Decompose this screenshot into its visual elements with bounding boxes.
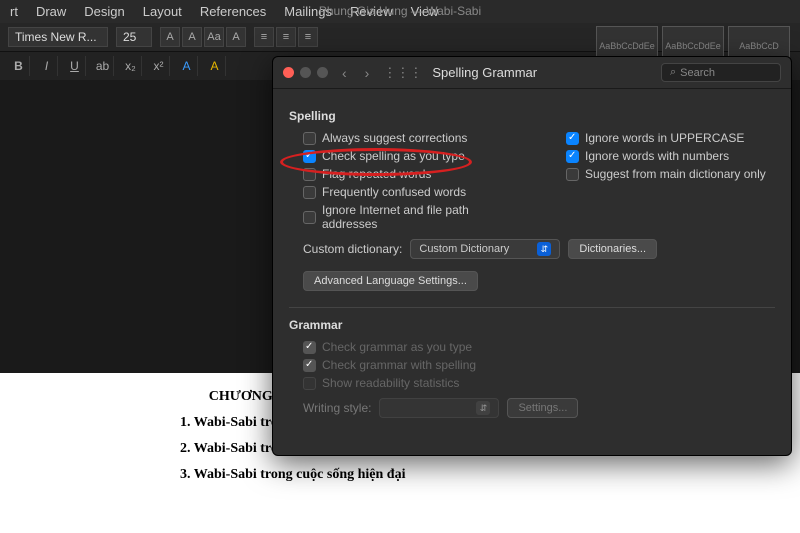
checkbox-icon[interactable]	[566, 150, 579, 163]
numbering-icon[interactable]: ≡	[276, 27, 296, 47]
custom-dict-select[interactable]: Custom Dictionary ⇵	[410, 239, 560, 259]
checkbox-icon[interactable]	[303, 168, 316, 181]
close-icon[interactable]	[283, 67, 294, 78]
opt-confused-words[interactable]: Frequently confused words	[289, 183, 512, 201]
dictionaries-button[interactable]: Dictionaries...	[568, 239, 657, 259]
opt-grammar-as-type: Check grammar as you type	[289, 338, 775, 356]
forward-icon[interactable]: ›	[361, 65, 374, 81]
opt-main-dict-only[interactable]: Suggest from main dictionary only	[552, 165, 775, 183]
opt-readability: Show readability statistics	[289, 374, 775, 392]
opt-label: Check grammar as you type	[322, 340, 472, 354]
checkbox-icon[interactable]	[303, 132, 316, 145]
checkbox-icon	[303, 377, 316, 390]
opt-label: Show readability statistics	[322, 376, 459, 390]
opt-label: Always suggest corrections	[322, 131, 467, 145]
tab-design[interactable]: Design	[84, 4, 124, 19]
strike-icon[interactable]: ab	[92, 56, 114, 76]
opt-ignore-numbers[interactable]: Ignore words with numbers	[552, 147, 775, 165]
subscript-icon[interactable]: x₂	[120, 56, 142, 76]
window-title: Phung Gia Hung — Wabi-Sabi	[319, 4, 481, 18]
dialog-title: Spelling Grammar	[432, 65, 537, 80]
search-input[interactable]: ⌕ Search	[661, 63, 781, 82]
back-icon[interactable]: ‹	[338, 65, 351, 81]
show-all-icon[interactable]: ⋮⋮⋮	[383, 65, 422, 81]
chevron-updown-icon: ⇵	[476, 401, 490, 415]
opt-flag-repeated[interactable]: Flag repeated words	[289, 165, 512, 183]
opt-label: Suggest from main dictionary only	[585, 167, 766, 181]
tab-layout[interactable]: Layout	[143, 4, 182, 19]
opt-label: Ignore words in UPPERCASE	[585, 131, 744, 145]
writing-style-select: ⇵	[379, 398, 499, 418]
checkbox-icon[interactable]	[303, 186, 316, 199]
opt-check-as-type[interactable]: Check spelling as you type	[289, 147, 512, 165]
tab-rt[interactable]: rt	[10, 4, 18, 19]
checkbox-icon	[303, 341, 316, 354]
opt-ignore-internet[interactable]: Ignore Internet and file path addresses	[289, 201, 512, 233]
checkbox-icon[interactable]	[303, 150, 316, 163]
letter-case-icon[interactable]: Aa	[204, 27, 224, 47]
minimize-icon	[300, 67, 311, 78]
grammar-heading: Grammar	[289, 318, 775, 332]
checkbox-icon[interactable]	[566, 168, 579, 181]
chevron-updown-icon: ⇵	[537, 242, 551, 256]
opt-label: Ignore Internet and file path addresses	[322, 203, 512, 231]
font-family-select[interactable]	[8, 27, 108, 47]
custom-dict-label: Custom dictionary:	[303, 242, 402, 256]
search-icon: ⌕	[670, 66, 676, 79]
tab-references[interactable]: References	[200, 4, 266, 19]
underline-icon[interactable]: U	[64, 56, 86, 76]
multilevel-icon[interactable]: ≡	[298, 27, 318, 47]
font-color-icon[interactable]: A	[204, 56, 226, 76]
grammar-settings-button: Settings...	[507, 398, 578, 418]
dropdown-value: Custom Dictionary	[419, 243, 509, 255]
tab-draw[interactable]: Draw	[36, 4, 66, 19]
bullets-icon[interactable]: ≡	[254, 27, 274, 47]
opt-label: Ignore words with numbers	[585, 149, 729, 163]
clear-format-icon[interactable]: A	[226, 27, 246, 47]
italic-icon[interactable]: I	[36, 56, 58, 76]
advanced-language-button[interactable]: Advanced Language Settings...	[303, 271, 478, 291]
opt-label: Check spelling as you type	[322, 149, 465, 163]
highlight-icon[interactable]: A	[176, 56, 198, 76]
opt-label: Flag repeated words	[322, 167, 431, 181]
traffic-lights	[283, 67, 328, 78]
divider	[289, 307, 775, 308]
checkbox-icon[interactable]	[303, 211, 316, 224]
preferences-dialog: ‹ › ⋮⋮⋮ Spelling Grammar ⌕ Search Spelli…	[272, 56, 792, 456]
opt-label: Frequently confused words	[322, 185, 466, 199]
opt-grammar-with-spelling: Check grammar with spelling	[289, 356, 775, 374]
opt-ignore-uppercase[interactable]: Ignore words in UPPERCASE	[552, 129, 775, 147]
spelling-heading: Spelling	[289, 109, 775, 123]
checkbox-icon[interactable]	[566, 132, 579, 145]
writing-style-label: Writing style:	[303, 401, 371, 415]
font-size-input[interactable]	[116, 27, 152, 47]
search-placeholder: Search	[680, 67, 715, 79]
zoom-icon	[317, 67, 328, 78]
increase-font-icon[interactable]: A	[160, 27, 180, 47]
superscript-icon[interactable]: x²	[148, 56, 170, 76]
checkbox-icon	[303, 359, 316, 372]
dialog-header: ‹ › ⋮⋮⋮ Spelling Grammar ⌕ Search	[273, 57, 791, 89]
decrease-font-icon[interactable]: A	[182, 27, 202, 47]
opt-always-suggest[interactable]: Always suggest corrections	[289, 129, 512, 147]
opt-label: Check grammar with spelling	[322, 358, 476, 372]
bold-icon[interactable]: B	[8, 56, 30, 76]
doc-line-3: 3. Wabi-Sabi trong cuộc sống hiện đại	[60, 467, 740, 483]
